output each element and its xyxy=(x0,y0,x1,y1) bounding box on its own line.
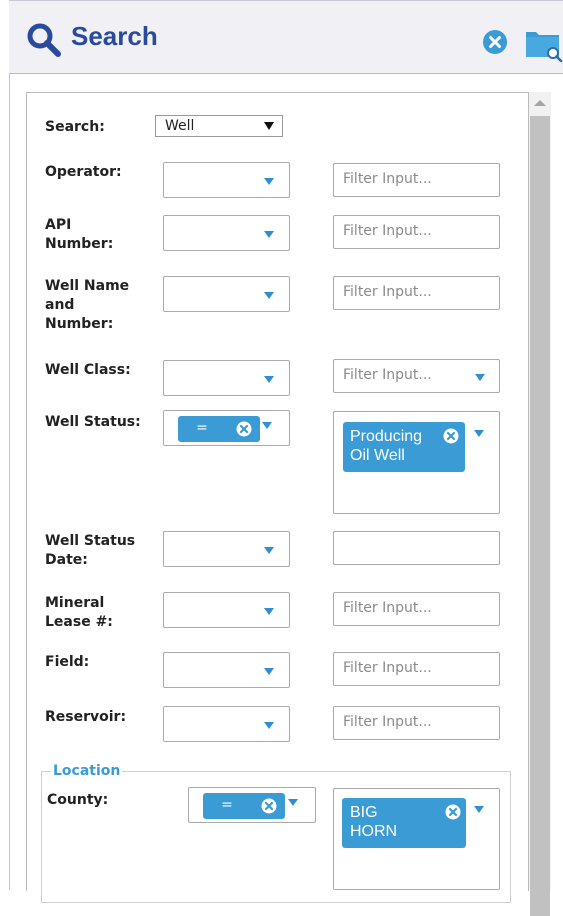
reservoir-filter-input[interactable]: Filter Input... xyxy=(333,706,500,740)
scrollbar[interactable] xyxy=(529,92,551,916)
mineral-lease-filter-input[interactable]: Filter Input... xyxy=(333,592,500,626)
remove-chip-icon[interactable] xyxy=(236,421,252,437)
folder-search-icon[interactable] xyxy=(525,28,563,62)
caret-down-icon xyxy=(264,668,274,675)
label-line: Date: xyxy=(45,552,88,568)
filter-placeholder: Filter Input... xyxy=(343,223,432,239)
api-number-filter-input[interactable]: Filter Input... xyxy=(333,215,500,249)
api-number-label: API Number: xyxy=(45,216,113,254)
county-value-select[interactable]: BIG HORN xyxy=(333,788,500,890)
filter-placeholder: Filter Input... xyxy=(343,367,432,383)
well-status-label: Well Status: xyxy=(45,414,141,430)
caret-down-icon xyxy=(264,122,274,130)
field-condition-dropdown[interactable] xyxy=(163,652,290,688)
scrollbar-thumb[interactable] xyxy=(530,116,550,916)
well-status-condition-dropdown[interactable]: = xyxy=(163,410,290,446)
search-header: Search xyxy=(9,0,563,74)
caret-down-icon xyxy=(288,799,298,806)
operator-label: Operator: xyxy=(45,164,122,180)
mineral-lease-label: Mineral Lease #: xyxy=(45,594,113,632)
county-condition-dropdown[interactable]: = xyxy=(188,787,316,823)
caret-down-icon xyxy=(264,547,274,554)
tag-line: BIG xyxy=(350,804,378,821)
remove-tag-icon[interactable] xyxy=(445,804,461,820)
operator-chip-text: = xyxy=(196,420,208,436)
remove-chip-icon[interactable] xyxy=(261,798,277,814)
filter-placeholder: Filter Input... xyxy=(343,660,432,676)
county-value-tag[interactable]: BIG HORN xyxy=(342,798,466,848)
caret-down-icon xyxy=(264,722,274,729)
mineral-lease-condition-dropdown[interactable] xyxy=(163,592,290,628)
caret-down-icon xyxy=(262,422,272,429)
label-line: Well Status xyxy=(45,533,136,549)
clear-icon[interactable] xyxy=(483,30,507,54)
label-line: Number: xyxy=(45,316,114,332)
operator-condition-dropdown[interactable] xyxy=(163,162,290,198)
location-legend: Location xyxy=(53,763,121,779)
reservoir-condition-dropdown[interactable] xyxy=(163,706,290,742)
label-line: Mineral xyxy=(45,595,105,611)
operator-chip[interactable]: = xyxy=(178,416,260,442)
label-line: API xyxy=(45,217,72,233)
reservoir-label: Reservoir: xyxy=(45,709,127,725)
caret-down-icon xyxy=(475,374,485,381)
operator-chip-text: = xyxy=(221,797,233,813)
well-status-date-input[interactable] xyxy=(333,531,500,565)
caret-down-icon xyxy=(264,376,274,383)
label-line: Well Name xyxy=(45,278,130,294)
well-status-date-label: Well Status Date: xyxy=(45,532,135,570)
search-icon xyxy=(27,23,61,57)
caret-down-icon xyxy=(264,231,274,238)
caret-down-icon xyxy=(474,806,484,813)
label-line: and xyxy=(45,297,75,313)
well-class-condition-dropdown[interactable] xyxy=(163,360,290,396)
search-type-select[interactable]: Well xyxy=(155,115,283,137)
field-label: Field: xyxy=(45,654,90,670)
caret-down-icon xyxy=(264,178,274,185)
well-status-value-select[interactable]: Producing Oil Well xyxy=(333,411,500,514)
filter-placeholder: Filter Input... xyxy=(343,171,432,187)
well-class-filter-select[interactable]: Filter Input... xyxy=(333,359,500,393)
well-class-label: Well Class: xyxy=(45,362,131,378)
well-name-label: Well Name and Number: xyxy=(45,277,129,334)
well-status-value-tag[interactable]: Producing Oil Well xyxy=(343,422,465,472)
well-name-filter-input[interactable]: Filter Input... xyxy=(333,276,500,310)
api-number-condition-dropdown[interactable] xyxy=(163,215,290,251)
search-type-value: Well xyxy=(165,118,195,134)
well-name-condition-dropdown[interactable] xyxy=(163,276,290,312)
county-label: County: xyxy=(47,792,109,808)
tag-line: Producing xyxy=(350,428,423,445)
label-line: Number: xyxy=(45,236,114,252)
filter-placeholder: Filter Input... xyxy=(343,600,432,616)
label-line: Lease #: xyxy=(45,614,113,630)
filter-placeholder: Filter Input... xyxy=(343,714,432,730)
remove-tag-icon[interactable] xyxy=(443,428,459,444)
field-filter-input[interactable]: Filter Input... xyxy=(333,652,500,686)
scroll-up-icon[interactable] xyxy=(534,100,546,106)
search-type-label: Search: xyxy=(45,119,105,135)
tag-line: Oil Well xyxy=(350,447,405,464)
caret-down-icon xyxy=(264,608,274,615)
filter-placeholder: Filter Input... xyxy=(343,284,432,300)
page-title: Search xyxy=(71,21,158,51)
caret-down-icon xyxy=(264,292,274,299)
well-status-date-condition-dropdown[interactable] xyxy=(163,531,290,567)
operator-filter-input[interactable]: Filter Input... xyxy=(333,163,500,197)
caret-down-icon xyxy=(474,430,484,437)
operator-chip[interactable]: = xyxy=(203,793,285,819)
tag-line: HORN xyxy=(350,823,398,840)
